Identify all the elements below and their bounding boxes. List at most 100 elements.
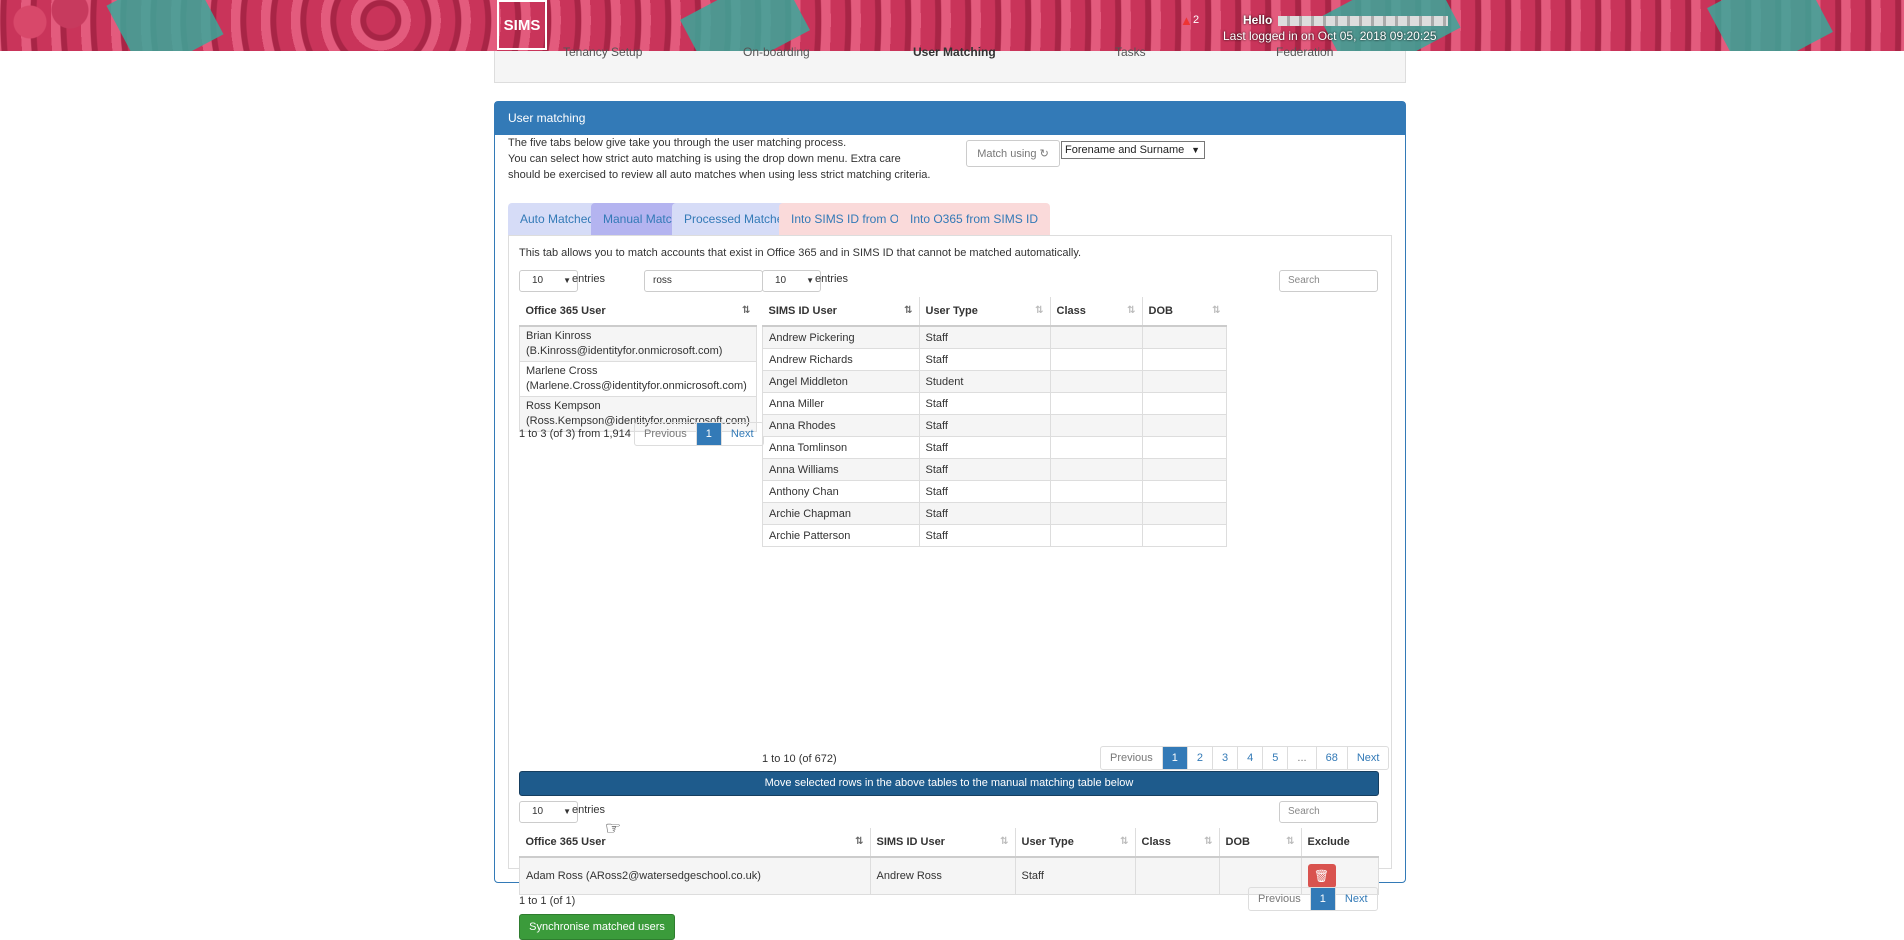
dob-cell xyxy=(1141,325,1227,349)
column-header-sims-id-user[interactable]: SIMS ID User ⇅ xyxy=(870,828,1016,858)
previous-page-button[interactable]: Previous xyxy=(635,423,697,445)
bottom-entries-select[interactable]: 10 ▼ xyxy=(519,801,578,823)
sims-id-user-cell: Anna Rhodes xyxy=(762,414,920,437)
sort-icon: ⇅ xyxy=(1035,305,1044,316)
sims-logo[interactable]: SIMS xyxy=(497,0,547,50)
page-button[interactable]: 3 xyxy=(1213,747,1239,769)
table-row[interactable]: Archie Patterson Staff xyxy=(762,524,1227,547)
step-tasks[interactable]: Tasks xyxy=(1115,45,1146,59)
sims-id-user-cell: Anna Tomlinson xyxy=(762,436,920,459)
table-row[interactable]: Anna Miller Staff xyxy=(762,392,1227,415)
sort-icon: ⇅ xyxy=(1212,305,1221,316)
class-cell xyxy=(1049,480,1143,503)
next-page-button[interactable]: Next xyxy=(722,423,763,445)
bottom-table-info: 1 to 1 (of 1) xyxy=(519,895,576,907)
step-on-boarding[interactable]: On-boarding xyxy=(743,45,810,59)
column-header-office365-user[interactable]: Office 365 User ⇅ xyxy=(519,828,871,858)
match-using-label: Match using xyxy=(977,148,1037,160)
column-header-office365-user[interactable]: Office 365 User ⇅ xyxy=(519,297,757,327)
left-search-input[interactable]: ross xyxy=(644,270,763,292)
table-row[interactable]: Anna Rhodes Staff xyxy=(762,414,1227,437)
table-row[interactable]: Anna Tomlinson Staff xyxy=(762,436,1227,459)
sims-id-user-cell: Angel Middleton xyxy=(762,370,920,393)
page-button[interactable]: 1 xyxy=(696,423,722,445)
table-row[interactable]: Marlene Cross (Marlene.Cross@identityfor.… xyxy=(519,361,757,397)
step-federation[interactable]: Federation xyxy=(1276,45,1333,59)
tab-into-o365-from-sims-id[interactable]: Into O365 from SIMS ID xyxy=(898,203,1051,235)
match-criteria-select[interactable]: Forename and Surname ▼ xyxy=(1061,141,1205,159)
user-type-cell: Staff xyxy=(918,436,1051,459)
previous-page-button[interactable]: Previous xyxy=(1249,888,1311,910)
intro-line: should be exercised to review all auto m… xyxy=(508,169,931,181)
bottom-pagination: Previous 1 Next xyxy=(1248,887,1378,911)
page-button[interactable]: 2 xyxy=(1188,747,1214,769)
table-row[interactable]: Anna Williams Staff xyxy=(762,458,1227,481)
column-header-user-type[interactable]: User Type ⇅ xyxy=(1015,828,1136,858)
sort-icon: ⇅ xyxy=(1286,836,1295,847)
left-pagination: Previous 1 Next xyxy=(634,422,764,446)
page-button[interactable]: 1 xyxy=(1162,747,1188,769)
next-page-button[interactable]: Next xyxy=(1336,888,1377,910)
table-row[interactable]: Angel Middleton Student xyxy=(762,370,1227,393)
hello-text: Hello xyxy=(1243,13,1273,27)
column-header-class[interactable]: Class ⇅ xyxy=(1050,297,1143,327)
right-search-input[interactable]: Search xyxy=(1279,270,1378,292)
sims-id-user-cell: Archie Chapman xyxy=(762,502,920,525)
table-row[interactable]: Anthony Chan Staff xyxy=(762,480,1227,503)
next-page-button[interactable]: Next xyxy=(1348,747,1389,769)
column-header-user-type[interactable]: User Type ⇅ xyxy=(919,297,1051,327)
right-pagination: Previous 1 2 3 4 5 ... 68 Next xyxy=(1100,746,1390,770)
trash-icon[interactable]: 🗑 xyxy=(1307,864,1336,888)
page-button[interactable]: 4 xyxy=(1238,747,1264,769)
user-type-cell: Staff xyxy=(918,414,1051,437)
dob-cell xyxy=(1141,392,1227,415)
move-selected-rows-button[interactable]: Move selected rows in the above tables t… xyxy=(519,771,1379,796)
page-button[interactable]: 68 xyxy=(1317,747,1348,769)
dropdown-arrow-icon: ▼ xyxy=(806,276,814,285)
right-entries-select[interactable]: 10 ▼ xyxy=(762,270,821,292)
class-cell xyxy=(1049,524,1143,547)
step-tenancy-setup[interactable]: Tenancy Setup xyxy=(563,45,642,59)
synchronise-matched-users-button[interactable]: Synchronise matched users xyxy=(519,914,675,940)
dropdown-arrow-icon: ▼ xyxy=(563,276,571,285)
user-email: (B.Kinross@identityfor.onmicrosoft.com) xyxy=(526,345,723,357)
sort-icon: ⇅ xyxy=(1127,305,1136,316)
sort-asc-icon: ⇅ xyxy=(742,305,751,316)
last-logged-in: Last logged in on Oct 05, 2018 09:20:25 xyxy=(1223,29,1437,43)
column-header-class[interactable]: Class ⇅ xyxy=(1135,828,1220,858)
class-cell xyxy=(1049,370,1143,393)
previous-page-button[interactable]: Previous xyxy=(1101,747,1163,769)
user-type-cell: Staff xyxy=(918,502,1051,525)
header-label: Class xyxy=(1056,305,1086,317)
column-header-dob[interactable]: DOB ⇅ xyxy=(1142,297,1227,327)
table-row[interactable]: Archie Chapman Staff xyxy=(762,502,1227,525)
dob-cell xyxy=(1141,524,1227,547)
column-header-dob[interactable]: DOB ⇅ xyxy=(1219,828,1302,858)
header-label: Exclude xyxy=(1307,836,1350,848)
page-button[interactable]: 5 xyxy=(1263,747,1289,769)
dob-cell xyxy=(1141,436,1227,459)
user-name: Ross Kempson xyxy=(526,400,601,412)
page-button[interactable]: 1 xyxy=(1310,888,1336,910)
user-greeting[interactable]: Hello xyxy=(1243,13,1449,27)
bottom-search-input[interactable]: Search xyxy=(1279,801,1378,823)
manual-matches-table: Office 365 User ⇅ SIMS ID User ⇅ User Type… xyxy=(519,828,1379,895)
step-user-matching[interactable]: User Matching xyxy=(913,45,996,59)
table-row[interactable]: Andrew Pickering Staff xyxy=(762,325,1227,349)
entries-value: 10 xyxy=(775,275,787,286)
class-cell xyxy=(1134,856,1220,895)
office365-users-table: Office 365 User ⇅ Brian Kinross (B.Kinross… xyxy=(519,297,757,432)
sort-icon: ⇅ xyxy=(1000,836,1009,847)
bell-icon[interactable]: ▲ xyxy=(1180,13,1193,28)
dob-cell xyxy=(1141,480,1227,503)
match-using-button[interactable]: Match using ↻ xyxy=(966,140,1060,167)
left-entries-select[interactable]: 10 ▼ xyxy=(519,270,578,292)
header-label: Office 365 User xyxy=(525,836,606,848)
user-type-cell: Staff xyxy=(918,524,1051,547)
manual-match-tab-content: This tab allows you to match accounts th… xyxy=(508,235,1392,940)
table-row[interactable]: Andrew Richards Staff xyxy=(762,348,1227,371)
sims-id-user-cell: Anthony Chan xyxy=(762,480,920,503)
column-header-sims-id-user[interactable]: SIMS ID User ⇅ xyxy=(762,297,920,327)
banner-decoration xyxy=(680,0,810,51)
table-row[interactable]: Brian Kinross (B.Kinross@identityfor.onmi… xyxy=(519,325,757,362)
